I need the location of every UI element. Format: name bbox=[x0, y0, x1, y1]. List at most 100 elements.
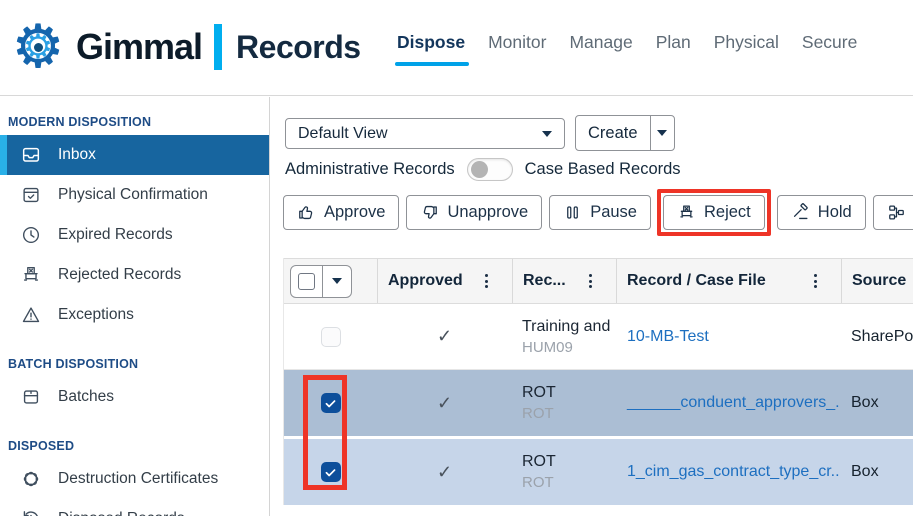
hold-label: Hold bbox=[818, 203, 852, 222]
nav-tab-secure[interactable]: Secure bbox=[802, 32, 857, 53]
chevron-down-icon bbox=[657, 130, 667, 136]
record-link[interactable]: ______conduent_approvers_... bbox=[627, 394, 841, 412]
records-table: Approved Rec... Record / Case File Sourc… bbox=[283, 258, 913, 505]
table-row[interactable]: ✓ Training and D HUM09 10-MB-Test ShareP… bbox=[284, 304, 913, 370]
certificate-seal-icon bbox=[20, 468, 42, 490]
select-all-header bbox=[284, 259, 377, 303]
sidebar-item-label: Disposed Records bbox=[58, 510, 185, 516]
clock-icon bbox=[20, 224, 42, 246]
record-class-name: ROT bbox=[522, 451, 556, 472]
create-button-label: Create bbox=[588, 124, 638, 143]
sidebar-item-label: Expired Records bbox=[58, 226, 173, 244]
administrative-records-label: Administrative Records bbox=[285, 160, 455, 179]
record-source: Box bbox=[841, 439, 913, 505]
records-mode-row: Administrative Records Case Based Record… bbox=[285, 156, 681, 182]
nav-tab-dispose[interactable]: Dispose bbox=[397, 32, 465, 53]
nav-tab-monitor[interactable]: Monitor bbox=[488, 32, 546, 53]
chevron-down-icon bbox=[542, 131, 552, 137]
create-button[interactable]: Create bbox=[576, 116, 650, 150]
sidebar-item-disposed-records[interactable]: Disposed Records bbox=[0, 499, 269, 516]
record-class-name: ROT bbox=[522, 382, 556, 403]
sidebar-item-physical-confirmation[interactable]: Physical Confirmation bbox=[0, 175, 269, 215]
brand-name: Gimmal bbox=[76, 26, 202, 68]
annotation-box-selected-checkboxes bbox=[303, 375, 347, 490]
sidebar-section-batch-disposition: BATCH DISPOSITION bbox=[8, 357, 269, 371]
toggle-knob bbox=[471, 161, 488, 178]
hold-button[interactable]: Hold bbox=[777, 195, 866, 230]
column-menu-icon[interactable] bbox=[485, 274, 488, 288]
record-class-code: HUM09 bbox=[522, 337, 573, 358]
records-mode-toggle[interactable] bbox=[467, 158, 513, 181]
select-all-checkbox[interactable] bbox=[298, 273, 315, 290]
record-link[interactable]: 1_cim_gas_contract_type_cr... bbox=[627, 463, 841, 481]
annotation-box-reject: Reject bbox=[657, 189, 771, 236]
unapprove-label: Unapprove bbox=[447, 203, 528, 222]
record-source: SharePoint bbox=[841, 304, 913, 369]
gavel-icon bbox=[791, 203, 810, 222]
unapprove-button[interactable]: Unapprove bbox=[406, 195, 542, 230]
sidebar-item-label: Inbox bbox=[58, 146, 96, 164]
column-header-source[interactable]: Source bbox=[841, 259, 913, 303]
warning-triangle-icon bbox=[20, 304, 42, 326]
sidebar-item-label: Physical Confirmation bbox=[58, 186, 208, 204]
approved-check-icon: ✓ bbox=[437, 326, 452, 347]
create-split-button: Create bbox=[575, 115, 675, 151]
sidebar-item-label: Batches bbox=[58, 388, 114, 406]
sidebar-item-label: Exceptions bbox=[58, 306, 134, 324]
select-all-control[interactable] bbox=[290, 265, 352, 298]
chevron-down-icon bbox=[332, 278, 342, 284]
nav-tab-plan[interactable]: Plan bbox=[656, 32, 691, 53]
record-class-name: Training and D bbox=[522, 316, 616, 337]
record-class-code: ROT bbox=[522, 403, 554, 424]
thumb-down-icon bbox=[420, 203, 439, 222]
nav-tab-manage[interactable]: Manage bbox=[569, 32, 632, 53]
nav-tab-physical[interactable]: Physical bbox=[714, 32, 779, 53]
reject-button[interactable]: Reject bbox=[663, 195, 765, 230]
batch-box-icon bbox=[20, 386, 42, 408]
pause-button[interactable]: Pause bbox=[549, 195, 651, 230]
column-menu-icon[interactable] bbox=[589, 274, 592, 288]
column-header-record-case-file[interactable]: Record / Case File bbox=[616, 259, 841, 303]
main-content: Default View Create Administrative Recor… bbox=[271, 97, 913, 516]
record-link[interactable]: 10-MB-Test bbox=[627, 328, 709, 346]
view-select[interactable]: Default View bbox=[285, 118, 565, 149]
sidebar-item-label: Destruction Certificates bbox=[58, 470, 218, 488]
column-header-record-class[interactable]: Rec... bbox=[512, 259, 616, 303]
app-header: ⚙ ⚙ Gimmal Records Dispose Monitor Manag… bbox=[0, 0, 913, 96]
column-menu-icon[interactable] bbox=[814, 274, 817, 288]
sidebar-item-destruction-certificates[interactable]: Destruction Certificates bbox=[0, 459, 269, 499]
sidebar-item-batches[interactable]: Batches bbox=[0, 377, 269, 417]
column-header-approved[interactable]: Approved bbox=[377, 259, 512, 303]
row-checkbox-unchecked[interactable] bbox=[321, 327, 341, 347]
record-source: Box bbox=[841, 370, 913, 436]
top-nav: Dispose Monitor Manage Plan Physical Sec… bbox=[397, 32, 857, 53]
case-based-records-label: Case Based Records bbox=[525, 160, 681, 179]
approved-check-icon: ✓ bbox=[437, 393, 452, 414]
table-row[interactable]: ✓ ROT ROT ______conduent_approvers_... B… bbox=[284, 370, 913, 439]
approve-label: Approve bbox=[324, 203, 385, 222]
sidebar-item-exceptions[interactable]: Exceptions bbox=[0, 295, 269, 335]
select-menu-button[interactable] bbox=[323, 278, 351, 284]
sidebar-item-rejected-records[interactable]: Rejected Records bbox=[0, 255, 269, 295]
pause-label: Pause bbox=[590, 203, 637, 222]
sidebar-item-inbox[interactable]: Inbox bbox=[0, 135, 269, 175]
table-row[interactable]: ✓ ROT ROT 1_cim_gas_contract_type_cr... … bbox=[284, 439, 913, 505]
table-header-row: Approved Rec... Record / Case File Sourc… bbox=[284, 258, 913, 304]
brand-divider bbox=[214, 24, 222, 70]
sidebar-section-disposed: DISPOSED bbox=[8, 439, 269, 453]
history-clock-icon bbox=[20, 508, 42, 516]
gimmal-records-app: ⚙ ⚙ Gimmal Records Dispose Monitor Manag… bbox=[0, 0, 913, 516]
classify-button[interactable]: Classify bbox=[873, 195, 913, 230]
sidebar-section-modern-disposition: MODERN DISPOSITION bbox=[8, 115, 269, 129]
ballot-x-icon bbox=[20, 264, 42, 286]
inbox-icon bbox=[20, 144, 42, 166]
reject-label: Reject bbox=[704, 203, 751, 222]
gimmal-gear-icon: ⚙ ⚙ bbox=[8, 16, 68, 78]
sidebar: MODERN DISPOSITION Inbox Physical Confir… bbox=[0, 97, 270, 516]
thumb-up-icon bbox=[297, 203, 316, 222]
sidebar-item-expired-records[interactable]: Expired Records bbox=[0, 215, 269, 255]
approve-button[interactable]: Approve bbox=[283, 195, 399, 230]
classify-tree-icon bbox=[887, 203, 906, 222]
create-dropdown-button[interactable] bbox=[650, 116, 674, 150]
record-class-code: ROT bbox=[522, 472, 554, 493]
